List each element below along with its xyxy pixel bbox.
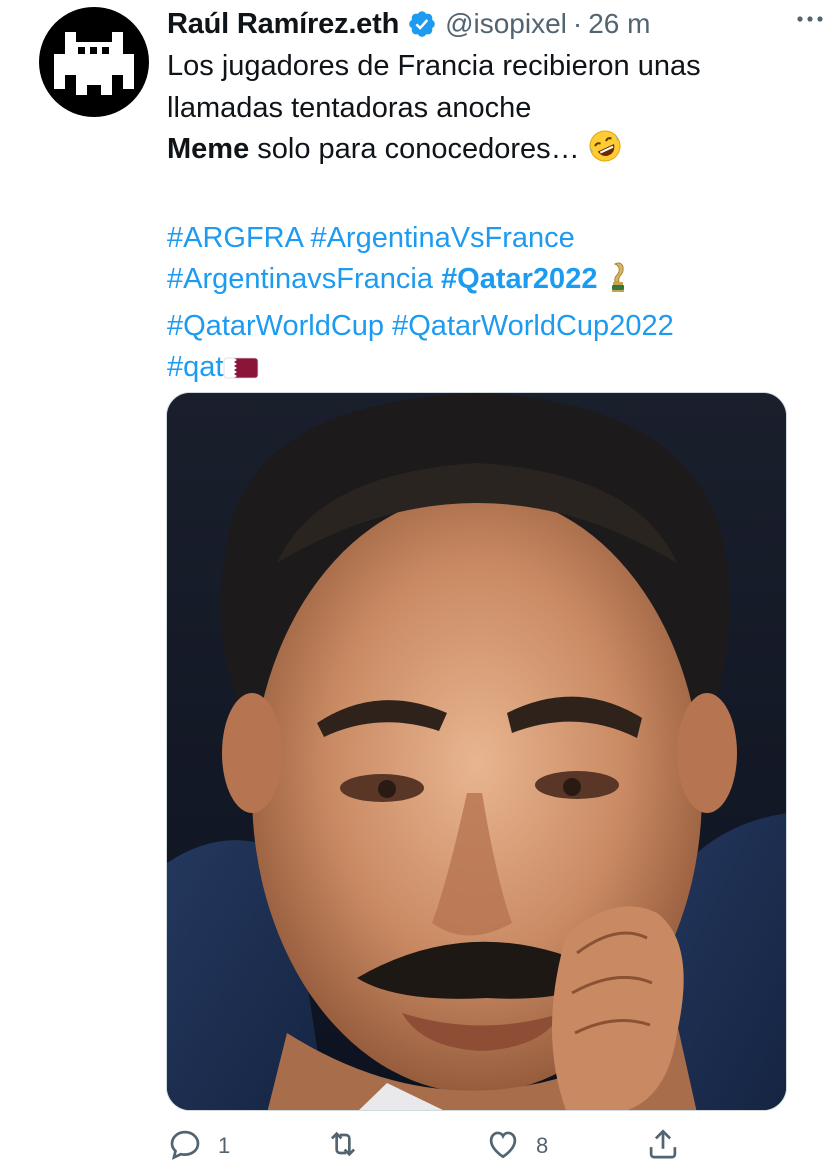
more-options-icon[interactable] [793, 2, 827, 36]
tweet-header: Raúl Ramírez.eth @isopixel · 26 m [167, 4, 809, 44]
meme-bold-word: Meme [167, 133, 250, 165]
reply-count: 1 [218, 1133, 231, 1158]
tweet-text-line: Meme solo para conocedores… [167, 129, 799, 176]
tweet-text: Los jugadores de Francia recibieron unas… [167, 46, 799, 394]
hashtag-line: #ArgentinavsFrancia #Qatar2022 [167, 259, 799, 306]
meme-photo-illustration [167, 393, 786, 1110]
share-icon [644, 1125, 682, 1168]
pixel-robot-avatar-icon [54, 32, 134, 95]
tweet-text-line: Los jugadores de Francia recibieron unas [167, 50, 701, 82]
tweet-media-photo[interactable] [166, 392, 787, 1111]
share-button[interactable] [644, 1124, 682, 1168]
author-handle[interactable]: @isopixel [445, 8, 567, 40]
hashtag-line: #qat [167, 347, 799, 394]
hashtag-link[interactable]: #qat [167, 351, 223, 383]
verified-badge-icon [407, 9, 437, 39]
tweet-text-line: llamadas tentadoras anoche [167, 91, 532, 124]
meme-text: solo para conocedores… [249, 133, 580, 165]
hashtag-link[interactable]: #QatarWorldCup [167, 310, 384, 342]
separator-dot: · [572, 8, 583, 39]
hashtag-link[interactable]: #ArgentinaVsFrance [310, 222, 574, 254]
rolling-on-floor-laughing-emoji-icon [588, 129, 622, 176]
tweet[interactable]: Raúl Ramírez.eth @isopixel · 26 m Los ju… [0, 0, 829, 1173]
retweet-button[interactable] [324, 1124, 376, 1168]
hashtag-link[interactable]: #ArgentinavsFrancia [167, 263, 433, 295]
author-name[interactable]: Raúl Ramírez.eth [167, 8, 399, 41]
like-button[interactable]: 8 [484, 1124, 548, 1168]
avatar[interactable] [39, 7, 149, 117]
like-icon [484, 1125, 522, 1168]
hashtag-link[interactable]: #QatarWorldCup2022 [392, 310, 674, 342]
hashtag-line: #ARGFRA #ArgentinaVsFrance [167, 218, 799, 260]
world-cup-trophy-emoji-icon [606, 261, 630, 306]
timestamp[interactable]: 26 m [588, 8, 650, 40]
reply-icon [166, 1125, 204, 1168]
hashtag-link[interactable]: #ARGFRA [167, 222, 302, 254]
like-count: 8 [536, 1133, 549, 1158]
reply-button[interactable]: 1 [166, 1124, 230, 1168]
tweet-actions: 1 8 [166, 1124, 686, 1168]
qatar-flag-emoji-icon [223, 352, 259, 394]
retweet-icon [324, 1125, 362, 1168]
hashtag-link[interactable]: #Qatar2022 [441, 263, 597, 295]
hashtag-line: #QatarWorldCup #QatarWorldCup2022 [167, 306, 799, 348]
